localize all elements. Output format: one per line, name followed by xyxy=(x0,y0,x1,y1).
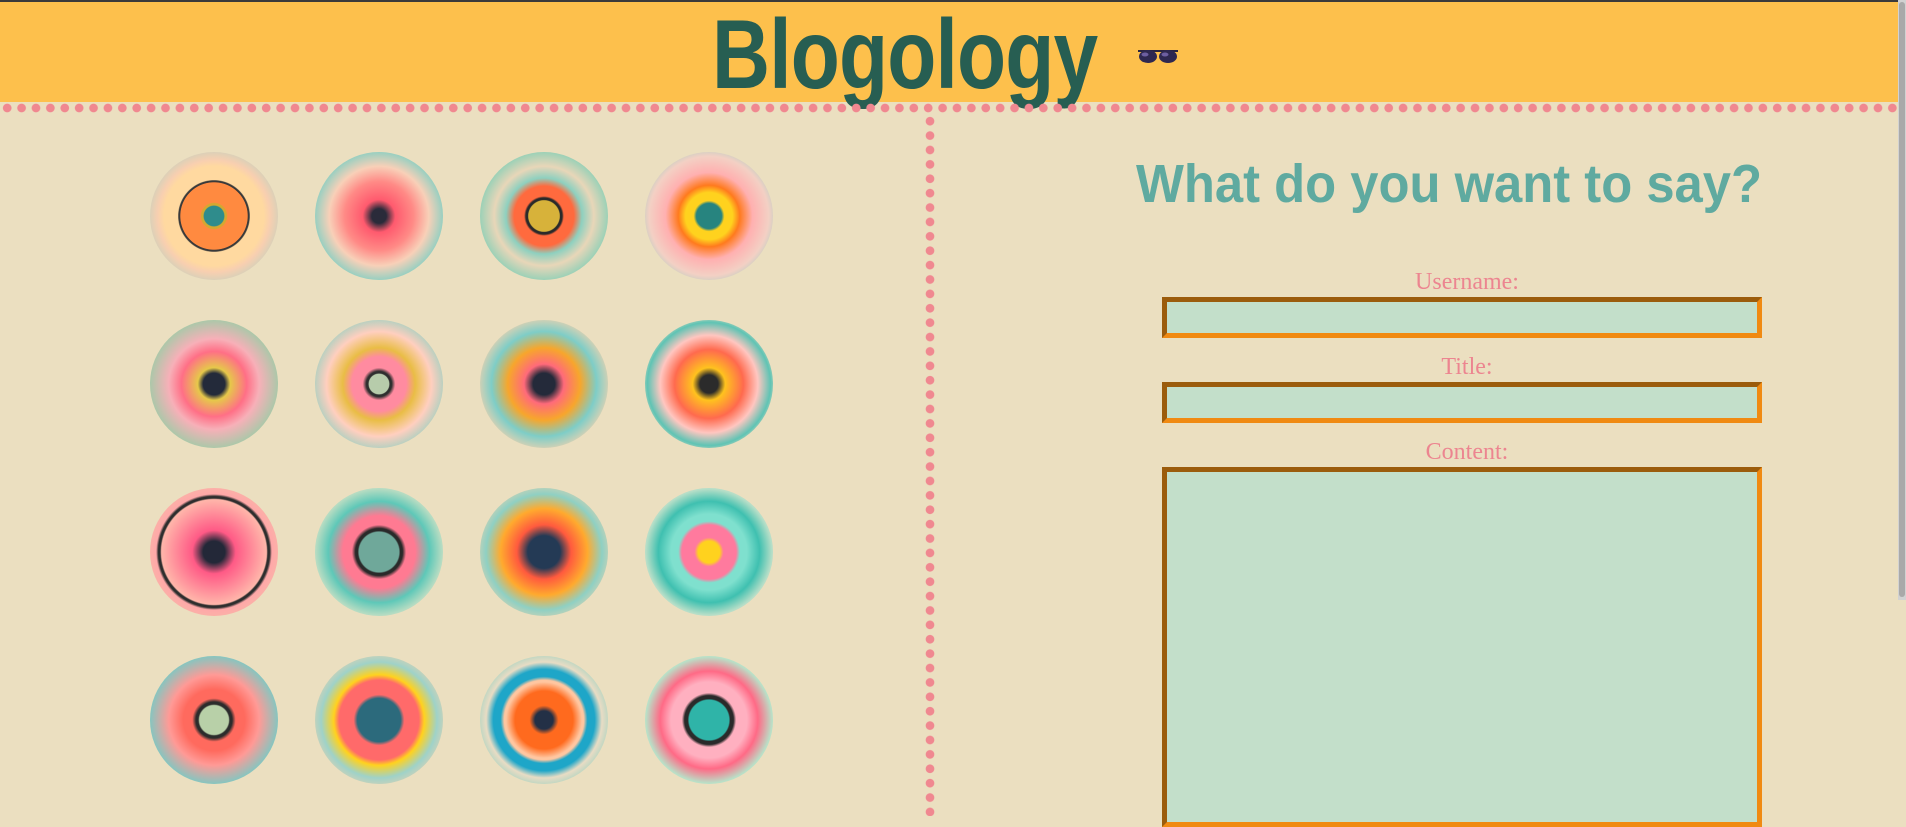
concentric-circle-art xyxy=(315,656,443,784)
concentric-circle-art xyxy=(315,488,443,616)
concentric-circle-art xyxy=(480,152,608,280)
scrollbar-thumb[interactable] xyxy=(1899,2,1905,597)
username-label: Username: xyxy=(1415,269,1519,295)
concentric-circle-art xyxy=(645,488,773,616)
concentric-circle-art xyxy=(645,152,773,280)
concentric-circle-art xyxy=(480,488,608,616)
site-title: Blogology xyxy=(712,0,1098,109)
concentric-circle-art xyxy=(315,320,443,448)
concentric-circle-art xyxy=(645,320,773,448)
concentric-circle-art xyxy=(150,152,278,280)
concentric-circle-art xyxy=(150,488,278,616)
title-label: Title: xyxy=(1441,354,1493,380)
compose-heading: What do you want to say? xyxy=(1135,154,1763,214)
concentric-circle-art xyxy=(315,152,443,280)
header-dotted-divider xyxy=(0,102,1906,114)
site-header: Blogology xyxy=(0,2,1906,104)
sunglasses-icon xyxy=(1138,50,1178,63)
concentric-circle-art xyxy=(150,320,278,448)
concentric-circle-art xyxy=(645,656,773,784)
column-dotted-divider xyxy=(924,114,936,816)
page-scrollbar[interactable] xyxy=(1898,0,1906,600)
concentric-circle-art xyxy=(150,656,278,784)
compose-post-form: What do you want to say? Username: Title… xyxy=(936,114,1896,827)
username-input[interactable] xyxy=(1162,297,1762,338)
brand: Blogology xyxy=(712,4,1192,104)
content-label: Content: xyxy=(1425,439,1509,465)
concentric-circle-art xyxy=(480,320,608,448)
content-textarea[interactable] xyxy=(1162,467,1762,827)
art-gallery xyxy=(150,152,775,788)
title-input[interactable] xyxy=(1162,382,1762,423)
concentric-circle-art xyxy=(480,656,608,784)
